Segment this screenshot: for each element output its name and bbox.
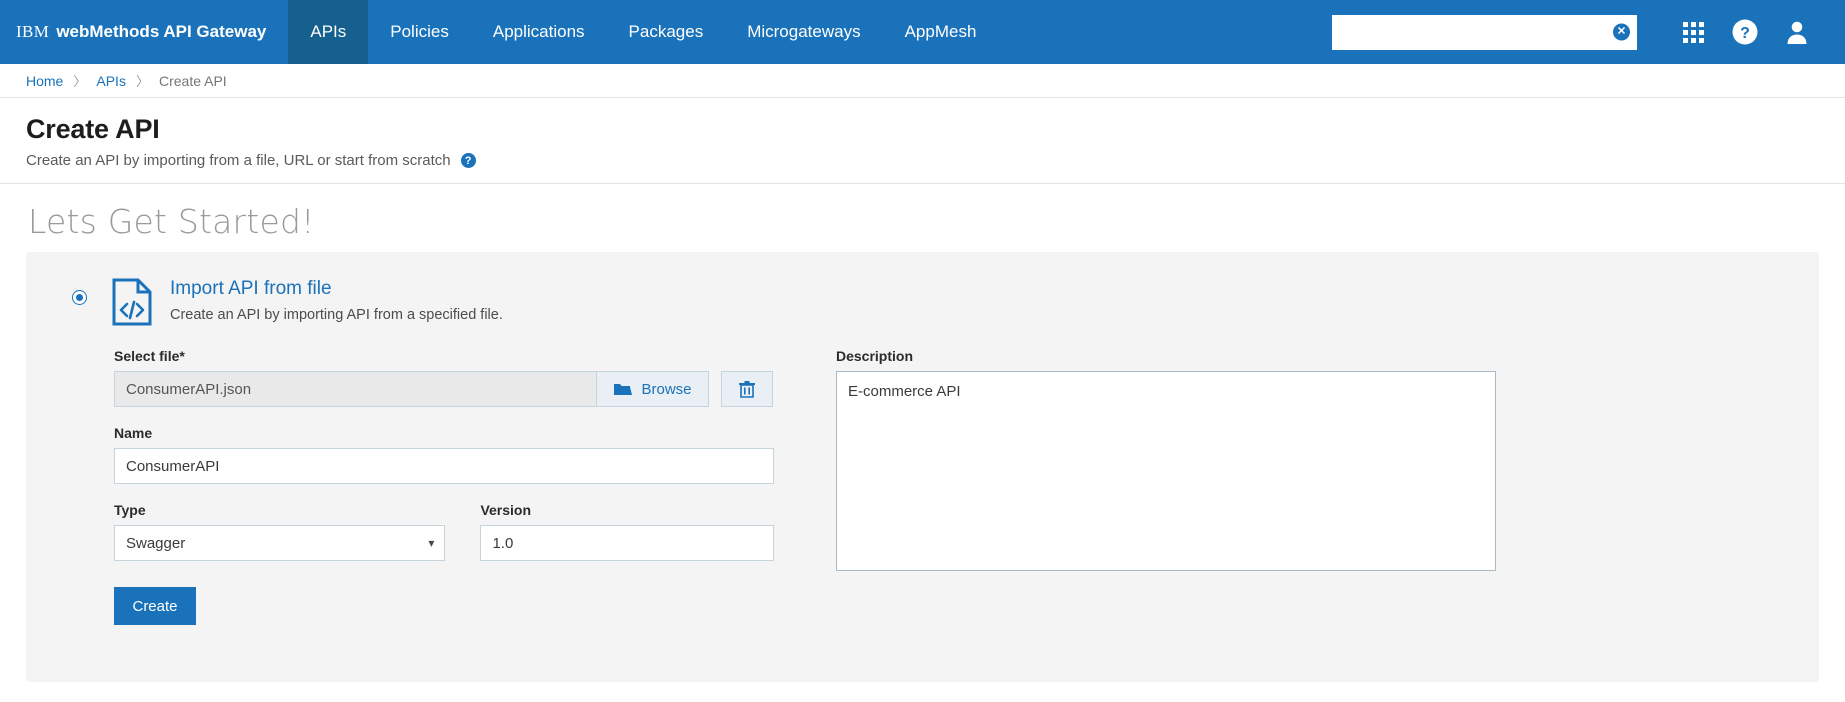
type-select[interactable]: SwaggerRAMLOpenAPIWSDLOData bbox=[114, 525, 446, 561]
nav-tab-packages[interactable]: Packages bbox=[607, 0, 726, 64]
nav-tab-applications[interactable]: Applications bbox=[471, 0, 607, 64]
help-icon[interactable]: ? bbox=[1719, 0, 1771, 64]
version-input[interactable] bbox=[480, 525, 774, 561]
import-option-panel: Import API from file Create an API by im… bbox=[26, 252, 1819, 682]
brand-logo[interactable]: IBM webMethods API Gateway bbox=[0, 0, 288, 64]
option-text-block: Import API from file Create an API by im… bbox=[170, 272, 503, 323]
nav-tab-microgateways-label: Microgateways bbox=[747, 22, 861, 41]
main-content: Lets Get Started! Import API from file C… bbox=[0, 202, 1845, 682]
name-label: Name bbox=[114, 425, 153, 441]
breadcrumb-item-home[interactable]: Home bbox=[26, 73, 63, 89]
subtitle-help-icon[interactable]: ? bbox=[460, 153, 476, 168]
page-title: Create API bbox=[26, 114, 160, 144]
nav-tab-applications-label: Applications bbox=[492, 22, 585, 41]
import-from-file-radio[interactable] bbox=[72, 290, 87, 305]
type-select-wrapper: SwaggerRAMLOpenAPIWSDLOData ▾ bbox=[114, 525, 446, 561]
create-api-form: Select file* Browse bbox=[26, 326, 1819, 625]
nav-right-cluster: ✕ ? bbox=[1332, 0, 1845, 64]
create-button[interactable]: Create bbox=[114, 587, 196, 625]
nav-tab-policies-label: Policies bbox=[390, 22, 449, 41]
brand-product-name: webMethods API Gateway bbox=[56, 22, 267, 41]
form-spacer bbox=[114, 484, 774, 502]
trash-icon bbox=[739, 380, 755, 398]
option-description: Create an API by importing API from a sp… bbox=[170, 307, 503, 323]
form-left-column: Select file* Browse bbox=[114, 348, 774, 625]
search-clear-icon[interactable]: ✕ bbox=[1613, 23, 1630, 41]
browse-button-label: Browse bbox=[641, 380, 692, 398]
help-question-icon: ? bbox=[1732, 19, 1758, 45]
breadcrumb-separator: 〉 bbox=[135, 74, 149, 89]
name-input[interactable] bbox=[114, 448, 774, 484]
delete-file-button[interactable] bbox=[721, 371, 773, 407]
apps-grid-icon[interactable] bbox=[1667, 0, 1719, 64]
breadcrumb: Home 〉 APIs 〉 Create API bbox=[0, 64, 1845, 98]
top-navigation-bar: IBM webMethods API Gateway APIs Policies… bbox=[0, 0, 1845, 64]
description-textarea[interactable] bbox=[836, 371, 1496, 571]
version-label: Version bbox=[480, 502, 532, 518]
page-header: Create API Create an API by importing fr… bbox=[0, 98, 1845, 183]
option-title[interactable]: Import API from file bbox=[170, 278, 503, 300]
page-subtitle-row: Create an API by importing from a file, … bbox=[26, 152, 1819, 169]
svg-text:?: ? bbox=[1740, 25, 1750, 42]
section-title: Lets Get Started! bbox=[28, 202, 315, 241]
grid-apps-icon bbox=[1682, 21, 1704, 43]
user-avatar-icon bbox=[1787, 21, 1807, 44]
type-version-row: Type SwaggerRAMLOpenAPIWSDLOData ▾ Versi… bbox=[114, 502, 774, 561]
breadcrumb-item-current: Create API bbox=[158, 72, 227, 89]
nav-tab-policies[interactable]: Policies bbox=[368, 0, 471, 64]
select-file-input[interactable] bbox=[114, 371, 597, 407]
form-spacer bbox=[114, 407, 774, 425]
primary-nav-tabs: APIs Policies Applications Packages Micr… bbox=[288, 0, 998, 64]
brand-prefix: IBM bbox=[16, 22, 50, 41]
breadcrumb-separator: 〉 bbox=[73, 74, 87, 89]
nav-tab-appmesh[interactable]: AppMesh bbox=[883, 0, 999, 64]
nav-tab-apis[interactable]: APIs bbox=[288, 0, 369, 64]
select-file-row: Browse bbox=[114, 371, 774, 407]
global-search: ✕ bbox=[1332, 14, 1637, 50]
breadcrumb-item-apis[interactable]: APIs bbox=[96, 73, 126, 89]
version-field-group: Version bbox=[480, 502, 774, 561]
select-file-label: Select file* bbox=[114, 348, 185, 364]
search-input[interactable] bbox=[1332, 14, 1637, 50]
folder-icon bbox=[614, 384, 633, 395]
user-profile-icon[interactable] bbox=[1771, 0, 1823, 64]
nav-tab-microgateways[interactable]: Microgateways bbox=[725, 0, 882, 64]
description-label: Description bbox=[836, 348, 914, 364]
browse-button[interactable]: Browse bbox=[597, 371, 709, 407]
file-code-icon bbox=[112, 278, 152, 326]
nav-tab-packages-label: Packages bbox=[628, 22, 704, 41]
nav-tab-appmesh-label: AppMesh bbox=[904, 22, 977, 41]
header-divider bbox=[0, 183, 1845, 184]
type-field-group: Type SwaggerRAMLOpenAPIWSDLOData ▾ bbox=[114, 502, 446, 561]
form-right-column: Description bbox=[836, 348, 1496, 625]
page-subtitle: Create an API by importing from a file, … bbox=[26, 152, 451, 169]
type-label: Type bbox=[114, 502, 146, 518]
import-api-from-file-option[interactable]: Import API from file Create an API by im… bbox=[26, 272, 1819, 326]
nav-tab-apis-label: APIs bbox=[310, 22, 347, 41]
